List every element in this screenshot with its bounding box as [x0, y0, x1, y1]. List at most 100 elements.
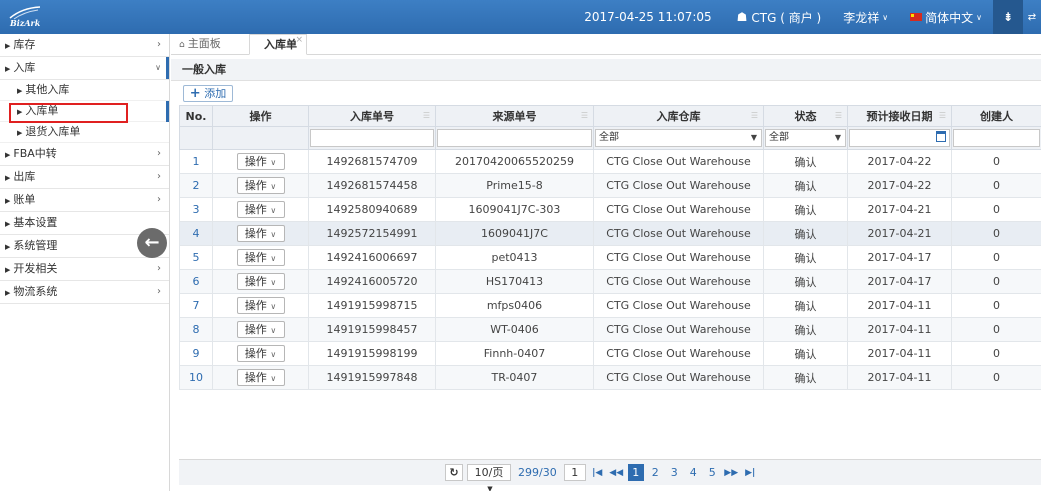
- column-header-order-number[interactable]: 入库单号 ☰: [308, 105, 436, 127]
- action-cell: 操作 ∨: [212, 173, 309, 198]
- row-action-button[interactable]: 操作 ∨: [236, 321, 285, 338]
- row-action-button[interactable]: 操作 ∨: [236, 273, 285, 290]
- sidebar-item-billing[interactable]: ▶ 账单 ›: [0, 189, 169, 212]
- sidebar-item-development[interactable]: ▶ 开发相关 ›: [0, 258, 169, 281]
- sidebar-item-inventory[interactable]: ▶ 库存 ›: [0, 34, 169, 57]
- action-cell: 操作 ∨: [212, 221, 309, 246]
- warehouse-cell: CTG Close Out Warehouse: [593, 197, 764, 222]
- tab-inbound-order[interactable]: 入库单 ×: [249, 34, 307, 55]
- warehouse-cell: CTG Close Out Warehouse: [593, 269, 764, 294]
- language-menu[interactable]: 简体中文 ∨: [899, 0, 993, 34]
- close-tab-icon[interactable]: ×: [295, 30, 303, 50]
- table-row[interactable]: 9 操作 ∨ 1491915998199 Finnh-0407 CTG Clos…: [179, 341, 1041, 366]
- table-row[interactable]: 4 操作 ∨ 1492572154991 1609041J7C CTG Clos…: [179, 221, 1041, 246]
- order-number-cell: 1492416006697: [308, 245, 436, 270]
- bizark-logo[interactable]: BizArk: [8, 6, 42, 30]
- chevron-down-icon: ∨: [976, 12, 982, 22]
- plus-icon: +: [189, 86, 201, 101]
- row-action-button[interactable]: 操作 ∨: [236, 177, 285, 194]
- table-row[interactable]: 1 操作 ∨ 1492681574709 20170420065520259 C…: [179, 149, 1041, 174]
- refresh-button[interactable]: ↻: [445, 464, 463, 481]
- status-filter-select[interactable]: 全部 ▼: [765, 129, 846, 147]
- warehouse-cell: CTG Close Out Warehouse: [593, 149, 764, 174]
- table-row[interactable]: 8 操作 ∨ 1491915998457 WT-0406 CTG Close O…: [179, 317, 1041, 342]
- expected-date-cell: 2017-04-11: [847, 365, 952, 390]
- sort-icon[interactable]: ☰: [423, 111, 430, 120]
- row-action-button[interactable]: 操作 ∨: [236, 201, 285, 218]
- column-header-status[interactable]: 状态 ☰: [763, 105, 848, 127]
- warehouse-cell: CTG Close Out Warehouse: [593, 293, 764, 318]
- table-row[interactable]: 6 操作 ∨ 1492416005720 HS170413 CTG Close …: [179, 269, 1041, 294]
- source-number-cell: HS170413: [435, 269, 594, 294]
- column-header-no[interactable]: No.: [179, 105, 213, 127]
- row-action-button[interactable]: 操作 ∨: [236, 369, 285, 386]
- first-page-icon[interactable]: |◀: [590, 468, 605, 478]
- page-link-4[interactable]: 4: [686, 466, 701, 479]
- chevron-down-icon: ∨: [270, 278, 277, 287]
- last-page-icon[interactable]: ▶|: [743, 468, 758, 478]
- warehouse-cell: CTG Close Out Warehouse: [593, 365, 764, 390]
- more-button[interactable]: ⇄: [1023, 0, 1041, 34]
- row-action-label: 操作: [244, 179, 267, 192]
- next-page-icon[interactable]: ▶▶: [724, 468, 739, 478]
- creator-filter-input[interactable]: [953, 129, 1040, 147]
- previous-page-icon[interactable]: ◀◀: [609, 468, 624, 478]
- row-number: 5: [179, 245, 213, 270]
- sidebar-item-fba[interactable]: ▶ FBA中转 ›: [0, 143, 169, 166]
- sidebar-item-label: FBA中转: [13, 147, 57, 160]
- pin-button[interactable]: ⇟: [993, 0, 1023, 34]
- expected-date-cell: 2017-04-11: [847, 293, 952, 318]
- source-number-cell: pet0413: [435, 245, 594, 270]
- source-number-filter-input[interactable]: [437, 129, 592, 147]
- row-action-button[interactable]: 操作 ∨: [236, 249, 285, 266]
- tab-dashboard[interactable]: ⌂ 主面板: [179, 34, 221, 55]
- status-filter-value: 全部: [769, 132, 789, 143]
- column-header-source-number[interactable]: 来源单号 ☰: [435, 105, 594, 127]
- chevron-down-icon: ∨: [270, 206, 277, 215]
- warehouse-filter-select[interactable]: 全部 ▼: [595, 129, 762, 147]
- row-action-button[interactable]: 操作 ∨: [236, 153, 285, 170]
- calendar-icon[interactable]: [936, 131, 946, 142]
- page-link-2[interactable]: 2: [648, 466, 663, 479]
- filter-cell: [435, 126, 594, 150]
- filter-cell: [847, 126, 952, 150]
- sidebar-subitem-other-inbound[interactable]: ▶ 其他入库: [0, 80, 169, 101]
- chevron-down-icon: ∨: [882, 12, 889, 22]
- sort-icon[interactable]: ☰: [939, 111, 946, 120]
- table-row[interactable]: 7 操作 ∨ 1491915998715 mfps0406 CTG Close …: [179, 293, 1041, 318]
- sort-icon[interactable]: ☰: [835, 111, 842, 120]
- caret-right-icon: ▶: [5, 243, 11, 251]
- page-link-3[interactable]: 3: [667, 466, 682, 479]
- table-row[interactable]: 10 操作 ∨ 1491915997848 TR-0407 CTG Close …: [179, 365, 1041, 390]
- page-size-select[interactable]: 10/页 ▼: [467, 464, 511, 491]
- sidebar-item-logistics[interactable]: ▶ 物流系统 ›: [0, 281, 169, 304]
- row-action-button[interactable]: 操作 ∨: [236, 225, 285, 242]
- page-link-5[interactable]: 5: [705, 466, 720, 479]
- column-header-expected-date[interactable]: 预计接收日期 ☰: [847, 105, 952, 127]
- sort-icon[interactable]: ☰: [751, 111, 758, 120]
- expected-date-filter-input[interactable]: [849, 129, 950, 147]
- row-number: 2: [179, 173, 213, 198]
- add-button[interactable]: + 添加: [183, 85, 233, 102]
- table-row[interactable]: 3 操作 ∨ 1492580940689 1609041J7C-303 CTG …: [179, 197, 1041, 222]
- sidebar-item-outbound[interactable]: ▶ 出库 ›: [0, 166, 169, 189]
- order-number-filter-input[interactable]: [310, 129, 434, 147]
- column-header-creator[interactable]: 创建人: [951, 105, 1041, 127]
- company-menu[interactable]: ☗ CTG ( 商户 ): [726, 0, 833, 34]
- user-menu[interactable]: 李龙祥 ∨: [832, 0, 899, 34]
- sidebar-subitem-return-inbound[interactable]: ▶ 退货入库单: [0, 122, 169, 143]
- column-header-warehouse[interactable]: 入库仓库 ☰: [593, 105, 764, 127]
- status-cell: 确认: [763, 365, 848, 390]
- sort-icon[interactable]: ☰: [581, 111, 588, 120]
- table-row[interactable]: 2 操作 ∨ 1492681574458 Prime15-8 CTG Close…: [179, 173, 1041, 198]
- row-action-button[interactable]: 操作 ∨: [236, 345, 285, 362]
- table-header-row: No. 操作 入库单号 ☰ 来源单号 ☰ 入库仓库 ☰ 状态 ☰ 预计接收日期 ☰ 创建人: [179, 105, 1041, 127]
- row-action-button[interactable]: 操作 ∨: [236, 297, 285, 314]
- table-row[interactable]: 5 操作 ∨ 1492416006697 pet0413 CTG Close O…: [179, 245, 1041, 270]
- order-number-cell: 1492681574709: [308, 149, 436, 174]
- page-number-input[interactable]: 1: [563, 464, 586, 481]
- expected-date-cell: 2017-04-17: [847, 269, 952, 294]
- page-link-1[interactable]: 1: [627, 464, 644, 481]
- sidebar-item-inbound[interactable]: ▶ 入库 ∨: [0, 57, 169, 80]
- collapse-sidebar-button[interactable]: ←: [137, 228, 167, 258]
